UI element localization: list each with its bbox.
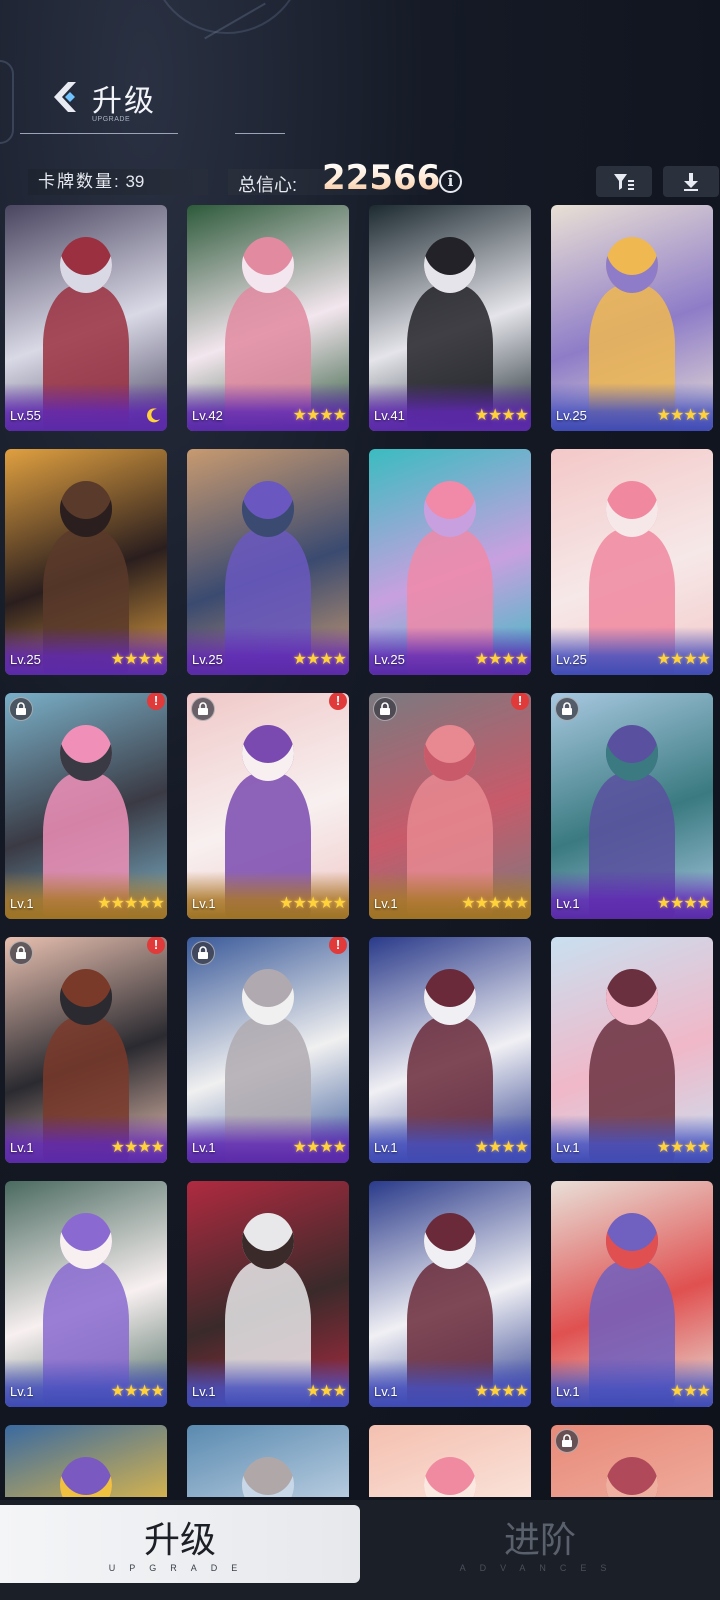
card-stars: ★★★★ [474,651,529,668]
confidence-label: 总信心: [238,175,298,195]
character-card[interactable]: Lv.1 ★★★★ [5,1181,167,1407]
rarity-band [5,383,167,431]
card-level: Lv.1 [10,1384,34,1399]
lock-icon [373,697,397,721]
card-level: Lv.1 [10,1140,34,1155]
card-artwork [5,1425,167,1497]
card-count-panel: 卡牌数量: 39 [28,169,208,195]
page-subtitle: UPGRADE [92,116,131,123]
filter-button[interactable] [596,166,652,197]
moon-icon [147,408,160,423]
character-card[interactable]: Lv.42 ★★★★ [187,205,349,431]
card-level: Lv.1 [556,1384,580,1399]
card-stars: ★★★★★ [97,895,165,912]
character-card[interactable]: Lv.41 ★★★★ [369,205,531,431]
card-stars: ★★★★ [110,1383,165,1400]
card-stars: ★★★★ [656,651,711,668]
character-card[interactable]: Lv.1 ★★★★ [551,937,713,1163]
lock-icon [555,1429,579,1453]
character-card[interactable]: Lv.1 ★★★★★! [187,693,349,919]
card-stars: ★★★★★ [461,895,529,912]
tab-advances-sublabel: ADVANCES [459,1563,621,1573]
card-stars: ★★★ [669,1383,711,1400]
card-level: Lv.1 [192,1140,216,1155]
character-card[interactable]: Lv.1 ★★★★ [369,937,531,1163]
card-stars: ★★★★ [656,1139,711,1156]
card-level: Lv.1 [374,1140,398,1155]
lock-icon [9,697,33,721]
character-card[interactable]: Lv.55 [5,205,167,431]
character-card[interactable]: Lv.1 ★★★ [551,1181,713,1407]
character-card[interactable]: Lv.25 ★★★★ [551,449,713,675]
card-count-label: 卡牌数量: [38,172,121,191]
character-card[interactable]: Lv.1 ★★★★★! [5,693,167,919]
card-level: Lv.1 [10,896,34,911]
character-card[interactable]: Lv.25 ★★★★ [5,449,167,675]
card-stars: ★★★★ [474,1139,529,1156]
card-level: Lv.1 [192,896,216,911]
header-decoration-arc [150,0,304,34]
card-level: Lv.42 [192,408,223,423]
character-card[interactable]: Lv.25 ★★★★ [551,205,713,431]
character-card[interactable]: Lv.1 ★★★★! [5,937,167,1163]
card-level: Lv.41 [374,408,405,423]
character-card[interactable]: Lv.25 ★★★★ [369,449,531,675]
character-card[interactable]: Lv.1 ★★★★ [369,1181,531,1407]
side-rail-decoration [0,60,14,144]
confidence-value: 22566 [322,158,441,198]
card-stars: ★★★★ [474,1383,529,1400]
card-level: Lv.1 [192,1384,216,1399]
character-card[interactable] [369,1425,531,1497]
card-stars: ★★★★ [656,895,711,912]
card-stars: ★★★★ [292,651,347,668]
card-grid[interactable]: Lv.55 Lv.42 ★★★★ Lv.41 ★★★★ Lv.25 ★★★★ Lv.25 ★★★… [0,205,720,1497]
card-stars: ★★★★ [110,1139,165,1156]
character-card[interactable]: Lv.25 ★★★★ [187,449,349,675]
title-underline [20,133,178,134]
info-icon[interactable]: i [439,170,462,193]
card-level: Lv.1 [374,1384,398,1399]
download-button[interactable] [663,166,719,197]
card-level: Lv.25 [192,652,223,667]
tab-upgrade[interactable]: 升级 UPGRADE [0,1505,360,1583]
character-card[interactable]: Lv.1 ★★★★! [187,937,349,1163]
character-card[interactable] [187,1425,349,1497]
download-icon [684,172,698,191]
filter-icon [614,173,634,190]
lock-icon [9,941,33,965]
title-underline-short [235,133,285,134]
lock-icon [555,697,579,721]
character-card[interactable] [5,1425,167,1497]
character-card[interactable]: Lv.1 ★★★★ [551,693,713,919]
card-stars: ★★★★ [110,651,165,668]
tab-upgrade-label: 升级 [143,1520,216,1561]
card-level: Lv.1 [556,896,580,911]
tab-advances[interactable]: 进阶 ADVANCES [360,1505,720,1583]
character-card[interactable] [551,1425,713,1497]
card-stars: ★★★★★ [279,895,347,912]
page-title: 升级 [92,84,156,119]
card-level: Lv.1 [374,896,398,911]
card-stars: ★★★★ [656,407,711,424]
card-level: Lv.25 [556,652,587,667]
card-level: Lv.1 [556,1140,580,1155]
card-stars: ★★★ [305,1383,347,1400]
back-chevron-icon[interactable] [52,80,80,114]
card-count-value: 39 [125,172,145,191]
card-level: Lv.25 [10,652,41,667]
tab-upgrade-sublabel: UPGRADE [108,1563,252,1573]
card-artwork [369,1425,531,1497]
lock-icon [191,941,215,965]
tab-advances-label: 进阶 [503,1520,576,1561]
card-level: Lv.25 [556,408,587,423]
character-card[interactable]: Lv.1 ★★★★★! [369,693,531,919]
character-card[interactable]: Lv.1 ★★★ [187,1181,349,1407]
card-level: Lv.25 [374,652,405,667]
card-stars: ★★★★ [474,407,529,424]
card-level: Lv.55 [10,408,41,423]
lock-icon [191,697,215,721]
card-artwork [187,1425,349,1497]
card-stars: ★★★★ [292,1139,347,1156]
card-stars: ★★★★ [292,407,347,424]
